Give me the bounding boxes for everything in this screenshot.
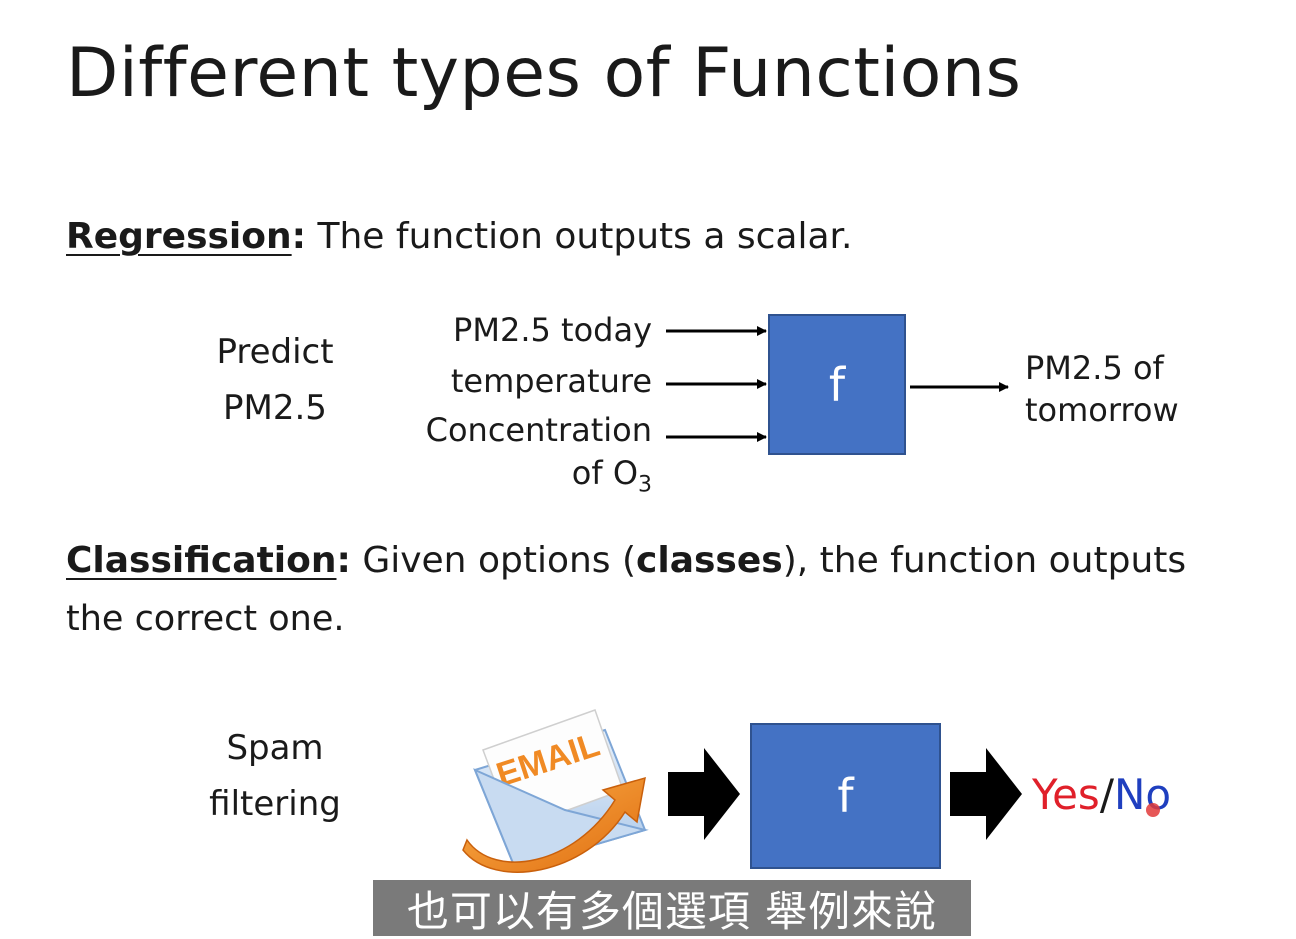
regression-output-line2: tomorrow [1025, 391, 1179, 429]
video-subtitle: 也可以有多個選項 舉例來說 [373, 880, 971, 936]
block-arrow-right-icon [950, 748, 1022, 840]
classification-text-after: ), the function outputs [782, 540, 1187, 581]
classification-heading: Classification: Given options (classes),… [66, 540, 1186, 581]
output-no: No [1113, 770, 1172, 819]
classification-function-box: f [750, 723, 941, 869]
slide-title: Different types of Functions [66, 34, 1022, 113]
regression-colon: : [291, 216, 307, 257]
regression-input-ozone: of O3 [380, 454, 652, 497]
regression-input-concentration: Concentration [425, 411, 652, 449]
laser-pointer-dot [1146, 803, 1160, 817]
regression-heading: Regression: The function outputs a scala… [66, 216, 852, 257]
output-yes: Yes [1032, 770, 1100, 819]
regression-output: PM2.5 of tomorrow [1025, 347, 1179, 431]
regression-function-box: f [768, 314, 906, 455]
classification-text-before: Given options ( [350, 540, 637, 581]
output-separator: / [1099, 770, 1114, 819]
regression-description: The function outputs a scalar. [306, 216, 853, 257]
block-arrow-right-icon [668, 748, 740, 840]
email-envelope-icon: EMAIL [462, 709, 649, 873]
classification-task-line1: Spam [226, 728, 324, 768]
regression-task-line1: Predict [216, 332, 334, 372]
classification-bold-word: classes [636, 540, 783, 581]
regression-input-temperature: temperature [450, 362, 652, 400]
regression-task-label: Predict PM2.5 [190, 324, 360, 436]
classification-colon: : [336, 540, 351, 581]
classification-task-label: Spam filtering [185, 720, 365, 832]
regression-term: Regression [66, 216, 292, 257]
regression-output-line1: PM2.5 of [1025, 349, 1164, 387]
classification-function-label: f [837, 769, 854, 823]
classification-task-line2: filtering [209, 784, 341, 824]
ozone-prefix: of O [571, 454, 638, 492]
ozone-subscript: 3 [638, 472, 652, 498]
regression-input-pm25-today: PM2.5 today [453, 311, 652, 349]
regression-task-line2: PM2.5 [223, 388, 327, 428]
classification-line2: the correct one. [66, 599, 345, 639]
regression-function-label: f [828, 357, 846, 412]
classification-term: Classification [66, 540, 337, 581]
